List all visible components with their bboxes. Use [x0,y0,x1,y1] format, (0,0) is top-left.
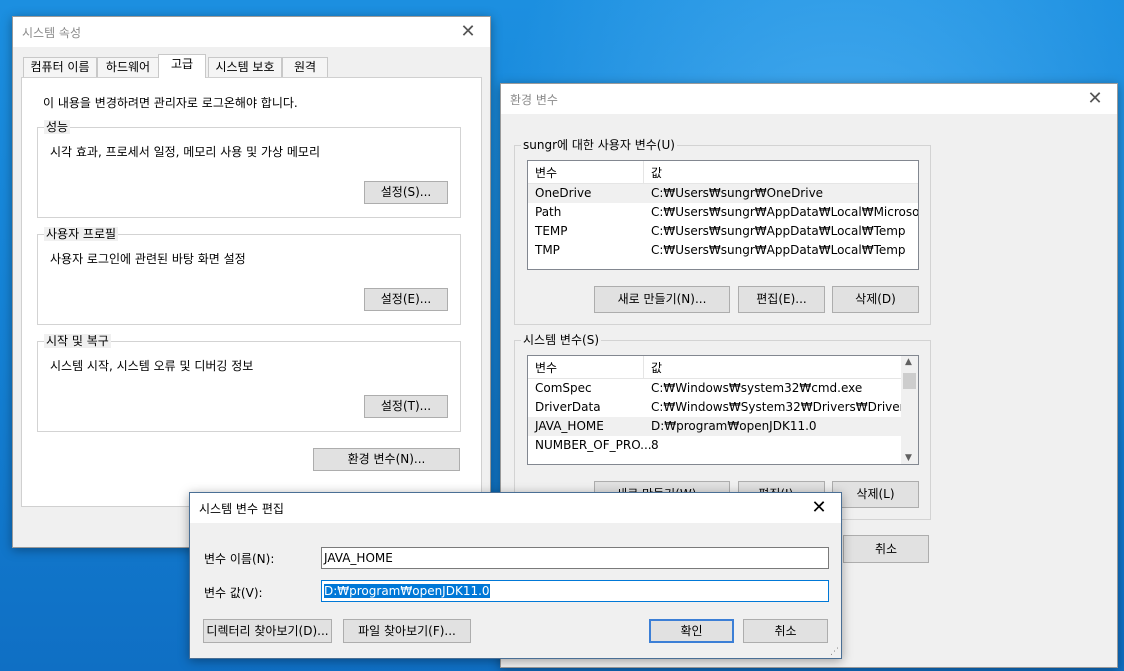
table-row[interactable]: JAVA_HOME D:₩program₩openJDK11.0 [528,417,901,436]
tab-advanced[interactable]: 고급 [158,54,206,78]
var-name: TMP [535,243,560,257]
user-profile-desc: 사용자 로그인에 관련된 바탕 화면 설정 [50,252,246,266]
variable-value-field[interactable]: D:₩program₩openJDK11.0 [321,580,829,602]
edit-system-variable-dialog: 시스템 변수 편집 ✕ 변수 이름(N): JAVA_HOME 변수 값(V):… [189,492,842,659]
user-edit-button[interactable]: 편집(E)... [738,286,825,313]
admin-note: 이 내용을 변경하려면 관리자로 로그온해야 합니다. [43,96,298,110]
selected-value-text: D:₩program₩openJDK11.0 [324,584,490,598]
user-new-button[interactable]: 새로 만들기(N)... [594,286,730,313]
table-row[interactable]: Path C:₩Users₩sungr₩AppData₩Local₩Micros… [528,203,918,222]
performance-desc: 시각 효과, 프로세서 일정, 메모리 사용 및 가상 메모리 [50,145,320,159]
var-value: C:₩Windows₩system32₩cmd.exe [651,381,863,395]
startup-recovery-group: 시작 및 복구 시스템 시작, 시스템 오류 및 디버깅 정보 설정(T)... [37,334,461,432]
table-row[interactable]: TEMP C:₩Users₩sungr₩AppData₩Local₩Temp [528,222,918,241]
var-name: DriverData [535,400,601,414]
column-header-value[interactable]: 값 [651,164,662,181]
startup-recovery-label: 시작 및 복구 [44,334,111,348]
table-row[interactable]: OneDrive C:₩Users₩sungr₩OneDrive [528,184,918,203]
column-header-variable[interactable]: 변수 [535,164,557,181]
var-value: C:₩Users₩sungr₩AppData₩Local₩Microso... [651,205,919,219]
list-header: 변수 값 [528,161,918,184]
system-variables-list[interactable]: 변수 값 ComSpec C:₩Windows₩system32₩cmd.exe… [527,355,919,465]
scroll-thumb[interactable] [903,373,916,389]
user-profile-label: 사용자 프로필 [44,227,119,241]
user-variables-list[interactable]: 변수 값 OneDrive C:₩Users₩sungr₩OneDrive Pa… [527,160,919,270]
window-title: 시스템 속성 [22,26,82,40]
var-value: C:₩Users₩sungr₩AppData₩Local₩Temp [651,224,906,238]
var-value: C:₩Users₩sungr₩OneDrive [651,186,824,200]
user-delete-button[interactable]: 삭제(D) [832,286,919,313]
tab-system-protection[interactable]: 시스템 보호 [208,57,282,77]
advanced-tab-pane: 이 내용을 변경하려면 관리자로 로그온해야 합니다. 성능 시각 효과, 프로… [21,77,482,507]
env-cancel-button[interactable]: 취소 [843,535,929,563]
column-divider[interactable] [643,161,644,183]
var-value: 8 [651,438,659,452]
var-name: ComSpec [535,381,592,395]
startup-recovery-desc: 시스템 시작, 시스템 오류 및 디버깅 정보 [50,359,254,373]
close-icon[interactable]: ✕ [797,493,841,523]
title-bar[interactable]: 시스템 변수 편집 ✕ [190,493,841,523]
dialog-title: 시스템 변수 편집 [199,502,284,516]
table-row[interactable]: TMP C:₩Users₩sungr₩AppData₩Local₩Temp [528,241,918,260]
variable-value-label: 변수 값(V): [204,586,263,600]
system-delete-button[interactable]: 삭제(L) [832,481,919,508]
scroll-up-icon[interactable]: ▲ [905,357,912,367]
close-icon[interactable]: ✕ [1073,84,1117,114]
ok-button[interactable]: 확인 [649,619,734,643]
user-variables-group: sungr에 대한 사용자 변수(U) 변수 값 OneDrive C:₩Use… [514,138,931,325]
table-row[interactable]: NUMBER_OF_PRO... 8 [528,436,901,455]
resize-grip-icon[interactable]: ⋰ [830,648,839,657]
startup-recovery-settings-button[interactable]: 설정(T)... [364,395,448,418]
user-profile-settings-button[interactable]: 설정(E)... [364,288,448,311]
window-title: 환경 변수 [510,93,558,107]
vertical-scrollbar[interactable]: ▲ ▼ [901,356,918,464]
table-row[interactable]: DriverData C:₩Windows₩System32₩Drivers₩D… [528,398,918,417]
browse-directory-button[interactable]: 디렉터리 찾아보기(D)... [203,619,332,643]
title-bar[interactable]: 환경 변수 ✕ [501,84,1117,114]
user-variables-label: sungr에 대한 사용자 변수(U) [521,138,677,152]
var-name: Path [535,205,562,219]
column-header-value[interactable]: 값 [651,359,662,376]
close-icon[interactable]: ✕ [446,17,490,47]
system-variables-label: 시스템 변수(S) [521,333,601,347]
tab-remote[interactable]: 원격 [282,57,328,77]
tab-hardware[interactable]: 하드웨어 [97,57,159,77]
var-name: NUMBER_OF_PRO... [535,438,652,452]
dialog-cancel-button[interactable]: 취소 [743,619,828,643]
user-profile-group: 사용자 프로필 사용자 로그인에 관련된 바탕 화면 설정 설정(E)... [37,227,461,325]
environment-variables-button[interactable]: 환경 변수(N)... [313,448,460,471]
tab-computer-name[interactable]: 컴퓨터 이름 [23,57,97,77]
scroll-down-icon[interactable]: ▼ [905,453,912,463]
var-value: C:₩Users₩sungr₩AppData₩Local₩Temp [651,243,906,257]
browse-file-button[interactable]: 파일 찾아보기(F)... [343,619,471,643]
variable-name-label: 변수 이름(N): [204,552,275,566]
column-divider[interactable] [643,356,644,378]
system-properties-window: 시스템 속성 ✕ 컴퓨터 이름 하드웨어 고급 시스템 보호 원격 이 내용을 … [12,16,491,548]
list-header: 변수 값 [528,356,901,379]
var-name: TEMP [535,224,568,238]
variable-name-field[interactable]: JAVA_HOME [321,547,829,569]
var-name: JAVA_HOME [535,419,604,433]
var-name: OneDrive [535,186,592,200]
var-value: D:₩program₩openJDK11.0 [651,419,817,433]
title-bar[interactable]: 시스템 속성 ✕ [13,17,490,47]
column-header-variable[interactable]: 변수 [535,359,557,376]
var-value: C:₩Windows₩System32₩Drivers₩DriverData [651,400,919,414]
performance-settings-button[interactable]: 설정(S)... [364,181,448,204]
performance-label: 성능 [44,120,71,134]
performance-group: 성능 시각 효과, 프로세서 일정, 메모리 사용 및 가상 메모리 설정(S)… [37,120,461,218]
table-row[interactable]: ComSpec C:₩Windows₩system32₩cmd.exe [528,379,901,398]
